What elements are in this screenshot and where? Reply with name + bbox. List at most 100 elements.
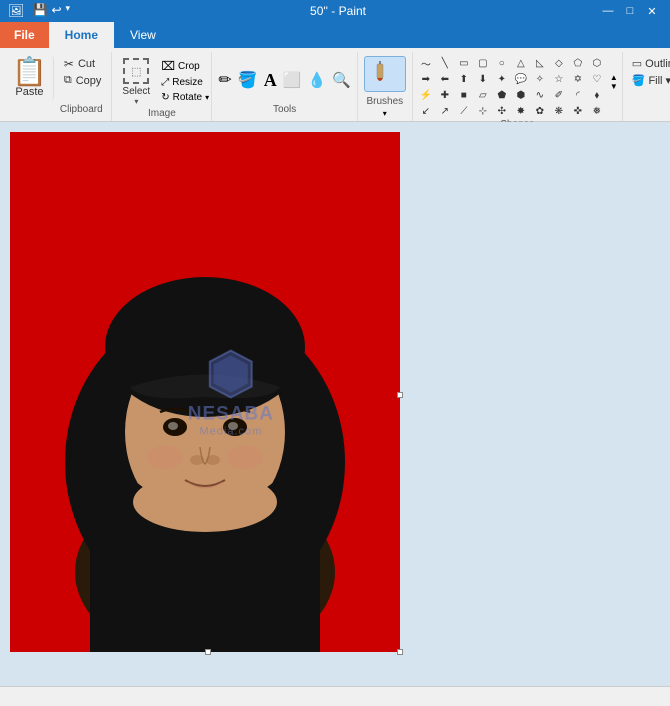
eraser-icon: ⬜ (283, 71, 302, 89)
fill-mode-button[interactable]: 🪣 Fill ▾ (629, 73, 670, 88)
undo-icon[interactable]: ↩ (51, 3, 61, 19)
shape-callout[interactable]: 💬 (512, 72, 530, 87)
shape-arrow-u[interactable]: ⬆ (455, 72, 473, 87)
shape-rect[interactable]: ▭ (455, 56, 473, 71)
shape-star6[interactable]: ✡ (569, 72, 587, 87)
brushes-button[interactable] (364, 56, 406, 92)
canvas-image[interactable]: NESABA Media.com (10, 132, 400, 652)
tab-file[interactable]: File (0, 22, 49, 48)
rotate-button[interactable]: ↻ Rotate ▾ (158, 91, 212, 104)
shape-hexagon[interactable]: ⬡ (588, 56, 606, 71)
shape-plus[interactable]: ✚ (436, 88, 454, 103)
shape-freeform[interactable]: ✐ (550, 88, 568, 103)
tools-content: ✏ 🪣 A ⬜ 💧 🔍 (216, 56, 352, 104)
shape-star5[interactable]: ☆ (550, 72, 568, 87)
shape-misc8[interactable]: ✜ (569, 104, 587, 119)
shape-misc7[interactable]: ❋ (550, 104, 568, 119)
shape-parallelogram[interactable]: ▱ (474, 88, 492, 103)
text-icon: A (264, 70, 277, 91)
image-options: ⌧ Crop ⤢ Resize ↻ Rotate ▾ (158, 58, 212, 104)
shape-octagon[interactable]: ⬢ (512, 88, 530, 103)
save-icon[interactable]: 💾 (33, 3, 48, 19)
text-button[interactable]: A (262, 68, 279, 93)
dropdown-icon[interactable]: ▾ (66, 3, 71, 19)
tab-home[interactable]: Home (49, 22, 114, 48)
shape-arc[interactable]: ◜ (569, 88, 587, 103)
crop-button[interactable]: ⌧ Crop (158, 58, 212, 74)
shape-diamond[interactable]: ◇ (550, 56, 568, 71)
window-title: 50'' - Paint (78, 4, 598, 18)
paste-label: Paste (15, 86, 43, 98)
shape-line[interactable]: ╲ (436, 56, 454, 71)
fill-icon: 🪣 (238, 70, 258, 90)
shape-curve[interactable]: ∿ (531, 88, 549, 103)
app-icon: 🖼 (8, 3, 25, 19)
shape-square[interactable]: ■ (455, 88, 473, 103)
shape-arrow-d[interactable]: ⬇ (474, 72, 492, 87)
shape-ellipse[interactable]: ○ (493, 56, 511, 71)
canvas-drawing (10, 132, 400, 652)
canvas-area[interactable]: NESABA Media.com (0, 122, 670, 686)
brushes-icon (372, 61, 398, 87)
shape-wave[interactable]: 〜 (417, 56, 435, 71)
outline-label: Outline (645, 58, 670, 70)
canvas-bottom-handle[interactable] (205, 649, 211, 655)
shape-pentagon[interactable]: ⬠ (569, 56, 587, 71)
shape-misc5[interactable]: ✸ (512, 104, 530, 119)
brushes-dropdown: ▾ (383, 109, 387, 118)
select-label: Select (122, 86, 150, 97)
rotate-icon: ↻ (161, 92, 169, 103)
title-bar: 🖼 💾 ↩ ▾ 50'' - Paint — □ ✕ (0, 0, 670, 22)
maximize-button[interactable]: □ (620, 3, 640, 19)
minimize-button[interactable]: — (598, 3, 618, 19)
ribbon: 📋 Paste ✂ Cut ⧉ Copy Clipboard ⬚ Select … (0, 48, 670, 122)
canvas-right-handle[interactable] (397, 392, 403, 398)
select-dropdown: ▾ (134, 97, 138, 106)
window-controls[interactable]: — □ ✕ (598, 3, 662, 19)
shape-lightning[interactable]: ⚡ (417, 88, 435, 103)
pencil-icon: ✏ (218, 70, 231, 90)
shape-misc4[interactable]: ✣ (493, 104, 511, 119)
fill-button[interactable]: 🪣 (236, 68, 260, 92)
cut-button[interactable]: ✂ Cut (60, 56, 106, 72)
outline-button[interactable]: ▭ Outline ▾ (629, 56, 670, 71)
shape-pentagon2[interactable]: ⬟ (493, 88, 511, 103)
select-button[interactable]: ⬚ Select ▾ (118, 56, 154, 108)
rotate-label: Rotate (173, 92, 202, 103)
canvas-resize-handle[interactable] (397, 649, 403, 655)
tools-group: ✏ 🪣 A ⬜ 💧 🔍 Tools (212, 52, 357, 121)
paste-button[interactable]: 📋 Paste (6, 56, 54, 100)
shape-arrow-l[interactable]: ⬅ (436, 72, 454, 87)
shape-arrow4[interactable]: ✦ (493, 72, 511, 87)
shape-curved-arrow2[interactable]: ↗ (436, 104, 454, 119)
shapes-scroll-down[interactable]: ▼ (610, 82, 618, 91)
shape-triangle[interactable]: △ (512, 56, 530, 71)
magnifier-button[interactable]: 🔍 (330, 69, 353, 91)
shape-misc6[interactable]: ✿ (531, 104, 549, 119)
resize-button[interactable]: ⤢ Resize (158, 76, 212, 89)
shape-misc9[interactable]: ❅ (588, 104, 606, 119)
copy-button[interactable]: ⧉ Copy (60, 73, 106, 88)
shapes-scroll-up[interactable]: ▲ (610, 73, 618, 82)
shape-heart[interactable]: ♡ (588, 72, 606, 87)
select-icon: ⬚ (123, 58, 149, 84)
shape-star4[interactable]: ✧ (531, 72, 549, 87)
eraser-button[interactable]: ⬜ (281, 69, 304, 91)
shape-curved-arrow[interactable]: ↙ (417, 104, 435, 119)
tab-view[interactable]: View (114, 22, 172, 48)
shape-arrow-r[interactable]: ➡ (417, 72, 435, 87)
close-button[interactable]: ✕ (642, 3, 662, 19)
shape-righttri[interactable]: ◺ (531, 56, 549, 71)
shapes-group: 〜 ╲ ▭ ▢ ○ △ ◺ ◇ ⬠ ⬡ ➡ ⬅ ⬆ ⬇ ✦ 💬 ✧ ☆ ✡ ♡ (413, 52, 623, 121)
shape-misc[interactable]: ⬧ (588, 88, 606, 103)
shape-roundrect[interactable]: ▢ (474, 56, 492, 71)
tools-label: Tools (216, 104, 352, 117)
crop-icon: ⌧ (161, 59, 175, 73)
shapes-scroll[interactable]: ▲ ▼ (610, 56, 618, 108)
clipboard-label: Clipboard (60, 104, 106, 117)
pencil-button[interactable]: ✏ (216, 68, 233, 92)
color-picker-button[interactable]: 💧 (305, 69, 328, 91)
shape-misc2[interactable]: ⟋ (455, 104, 473, 119)
quick-access-toolbar[interactable]: 🖼 💾 ↩ ▾ (8, 3, 70, 19)
shape-misc3[interactable]: ⊹ (474, 104, 492, 119)
